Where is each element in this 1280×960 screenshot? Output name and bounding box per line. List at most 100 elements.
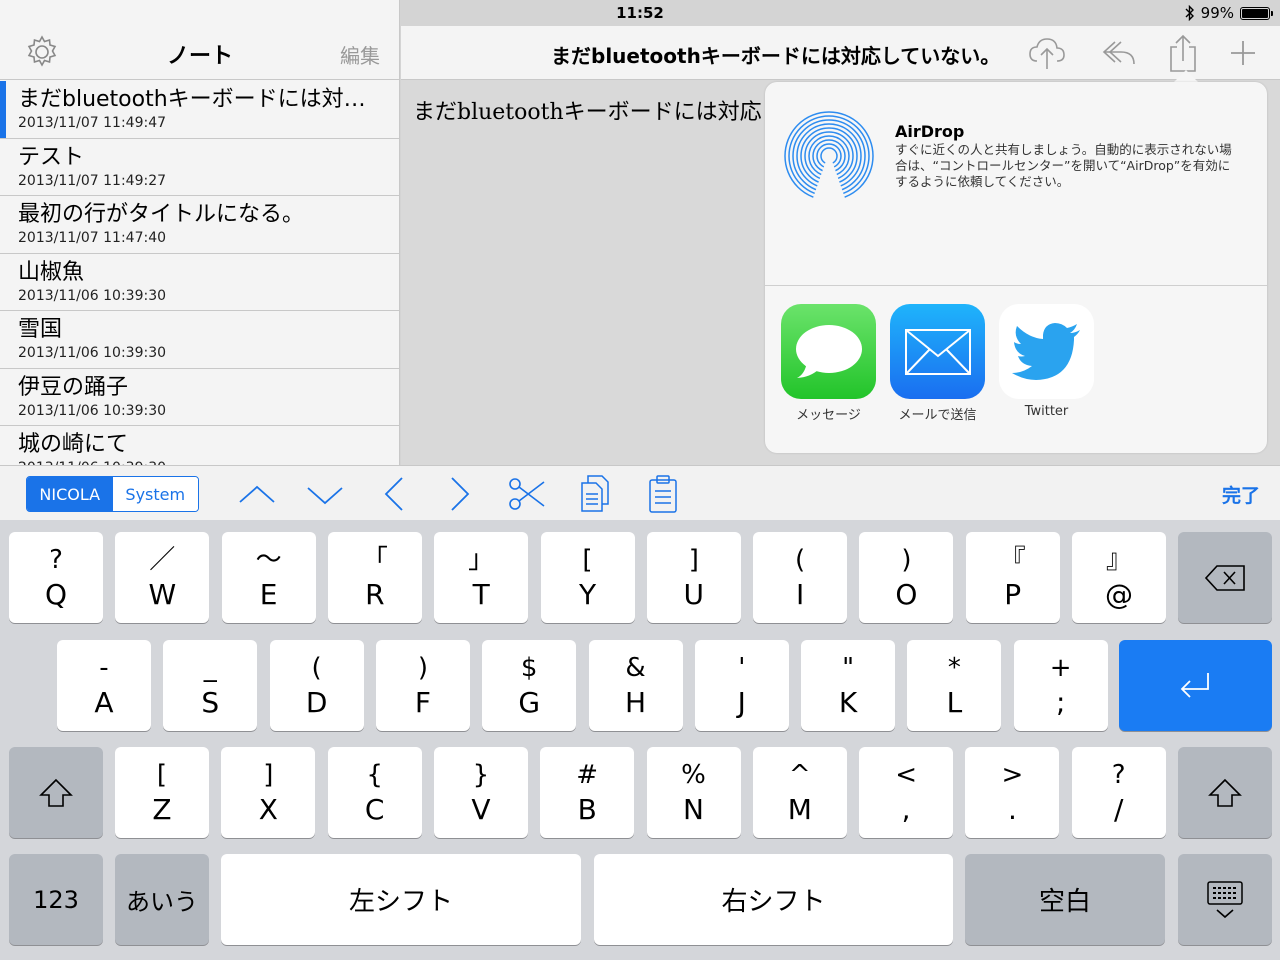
share-icon[interactable] [1163,34,1203,72]
key[interactable]: [Z [115,747,209,838]
key[interactable]: 」 T [434,532,529,623]
key[interactable]: 「R [327,532,422,623]
key[interactable]: # B [540,747,635,838]
key-secondary-label: ( [795,544,806,575]
note-list-item[interactable]: まだbluetoothキーボードには対… 2013/11/07 11:49:47 [0,81,399,139]
airdrop-title: AirDrop [895,122,965,141]
key-primary-label: N [683,792,704,826]
kana-key[interactable]: あいう [115,854,209,945]
chevron-down-icon[interactable] [305,474,345,514]
key[interactable]: >. [965,747,1060,838]
key[interactable]: & H [588,640,683,731]
keyboard-hide-icon [1207,880,1243,918]
keyboard-mode-segmented: NICOLA System [26,476,199,512]
shift-key-right[interactable] [1178,747,1272,838]
cloud-upload-icon[interactable] [1027,34,1067,72]
segment-system[interactable]: System [112,477,198,511]
key-secondary-label: * [947,652,961,683]
space-key[interactable]: 空白 [965,854,1165,945]
chevron-up-icon[interactable] [237,474,277,514]
key-label: あいう [126,888,198,916]
key[interactable]: 〜 E [221,532,316,623]
key[interactable]: <, [859,747,954,838]
key[interactable]: ) F [375,640,470,731]
chevron-left-icon[interactable] [374,474,414,514]
note-list-item[interactable]: 雪国 2013/11/06 10:39:30 [0,311,399,369]
right-shift-key[interactable]: 右シフト [594,854,953,945]
mail-icon[interactable] [890,304,985,399]
scissors-icon[interactable] [507,474,547,514]
key[interactable]: ／ W [115,532,210,623]
speech-bubble-icon [795,324,862,378]
key[interactable]: 『P [965,532,1060,623]
key[interactable]: +; [1013,640,1108,731]
key[interactable]: _ S [163,640,258,731]
key[interactable]: ] U [646,532,741,623]
reply-icon[interactable] [1099,34,1139,72]
sidebar: ノート 編集 まだbluetoothキーボードには対… 2013/11/07 11… [0,0,400,465]
key[interactable]: ) O [859,532,954,623]
key-label: 123 [33,885,79,914]
key-secondary-label: { [366,759,383,790]
key[interactable]: (D [269,640,364,731]
dismiss-keyboard-key[interactable] [1178,854,1272,945]
key-secondary-label: 』 [1105,544,1132,575]
done-button[interactable]: 完了 [1222,481,1260,508]
note-list-item[interactable]: 山椒魚 2013/11/06 10:39:30 [0,254,399,311]
chevron-right-icon[interactable] [440,474,480,514]
backspace-key[interactable] [1178,532,1272,623]
copy-icon[interactable] [576,474,616,514]
key[interactable]: ^ M [752,747,847,838]
key-secondary-label: " [842,652,855,683]
key[interactable]: 』 @ [1072,532,1166,623]
key-secondary-label: 『 [999,544,1026,575]
key-secondary-label: $ [520,652,538,683]
note-list-item[interactable]: 城の崎にて2013/11/06 10:39:30 [0,426,399,465]
share-app-mail[interactable]: メールで送信 [890,304,985,423]
segment-nicola[interactable]: NICOLA [27,477,113,511]
return-key[interactable] [1119,640,1272,731]
key[interactable]: ] X [221,747,316,838]
key[interactable]: " K [801,640,896,731]
editor-text[interactable]: まだbluetoothキーボードには対応していない。 [413,94,763,126]
key[interactable]: [Y [540,532,635,623]
key[interactable]: ? Q [9,532,103,623]
backspace-icon [1205,564,1245,591]
key[interactable]: ' J [694,640,789,731]
note-date: 2013/11/06 10:39:30 [18,345,167,361]
sidebar-nav-bar: ノート 編集 [0,26,399,80]
share-app-messages[interactable]: メッセージ [781,304,876,423]
edit-button[interactable]: 編集 [340,40,380,69]
note-list-item[interactable]: 伊豆の踊子 2013/11/06 10:39:30 [0,369,399,426]
share-app-twitter[interactable]: Twitter [999,304,1094,423]
key[interactable]: * L [907,640,1002,731]
paste-icon[interactable] [643,474,683,514]
key-primary-label: R [365,577,385,611]
key[interactable]: -A [57,640,151,731]
airdrop-icon[interactable] [781,108,877,204]
key[interactable]: {C [327,747,422,838]
add-icon[interactable] [1223,34,1263,72]
note-title: 山椒魚 [18,259,85,285]
messages-icon[interactable] [781,304,876,399]
left-shift-key[interactable]: 左シフト [221,854,581,945]
key-primary-label: A [94,685,114,719]
key-label: 左シフト [348,887,453,917]
key[interactable]: % N [646,747,741,838]
shift-key-left[interactable] [9,747,103,838]
key[interactable]: (I [753,532,848,623]
twitter-icon[interactable] [999,304,1094,399]
key[interactable]: ? / [1071,747,1166,838]
key-primary-label: B [577,792,597,826]
shift-arrow-icon [1208,778,1242,807]
share-app-label: Twitter [1024,404,1069,419]
key-secondary-label: [ [156,759,168,790]
key[interactable]: $ G [482,640,577,731]
key-secondary-label: _ [203,652,217,683]
key[interactable]: } V [433,747,528,838]
note-list-item[interactable]: 最初の行がタイトルになる。 2013/11/07 11:47:40 [0,196,399,254]
note-list-item[interactable]: テスト 2013/11/07 11:49:27 [0,139,399,196]
numbers-key[interactable]: 123 [9,854,103,945]
key-secondary-label: } [472,759,490,790]
key-primary-label: W [148,577,177,611]
